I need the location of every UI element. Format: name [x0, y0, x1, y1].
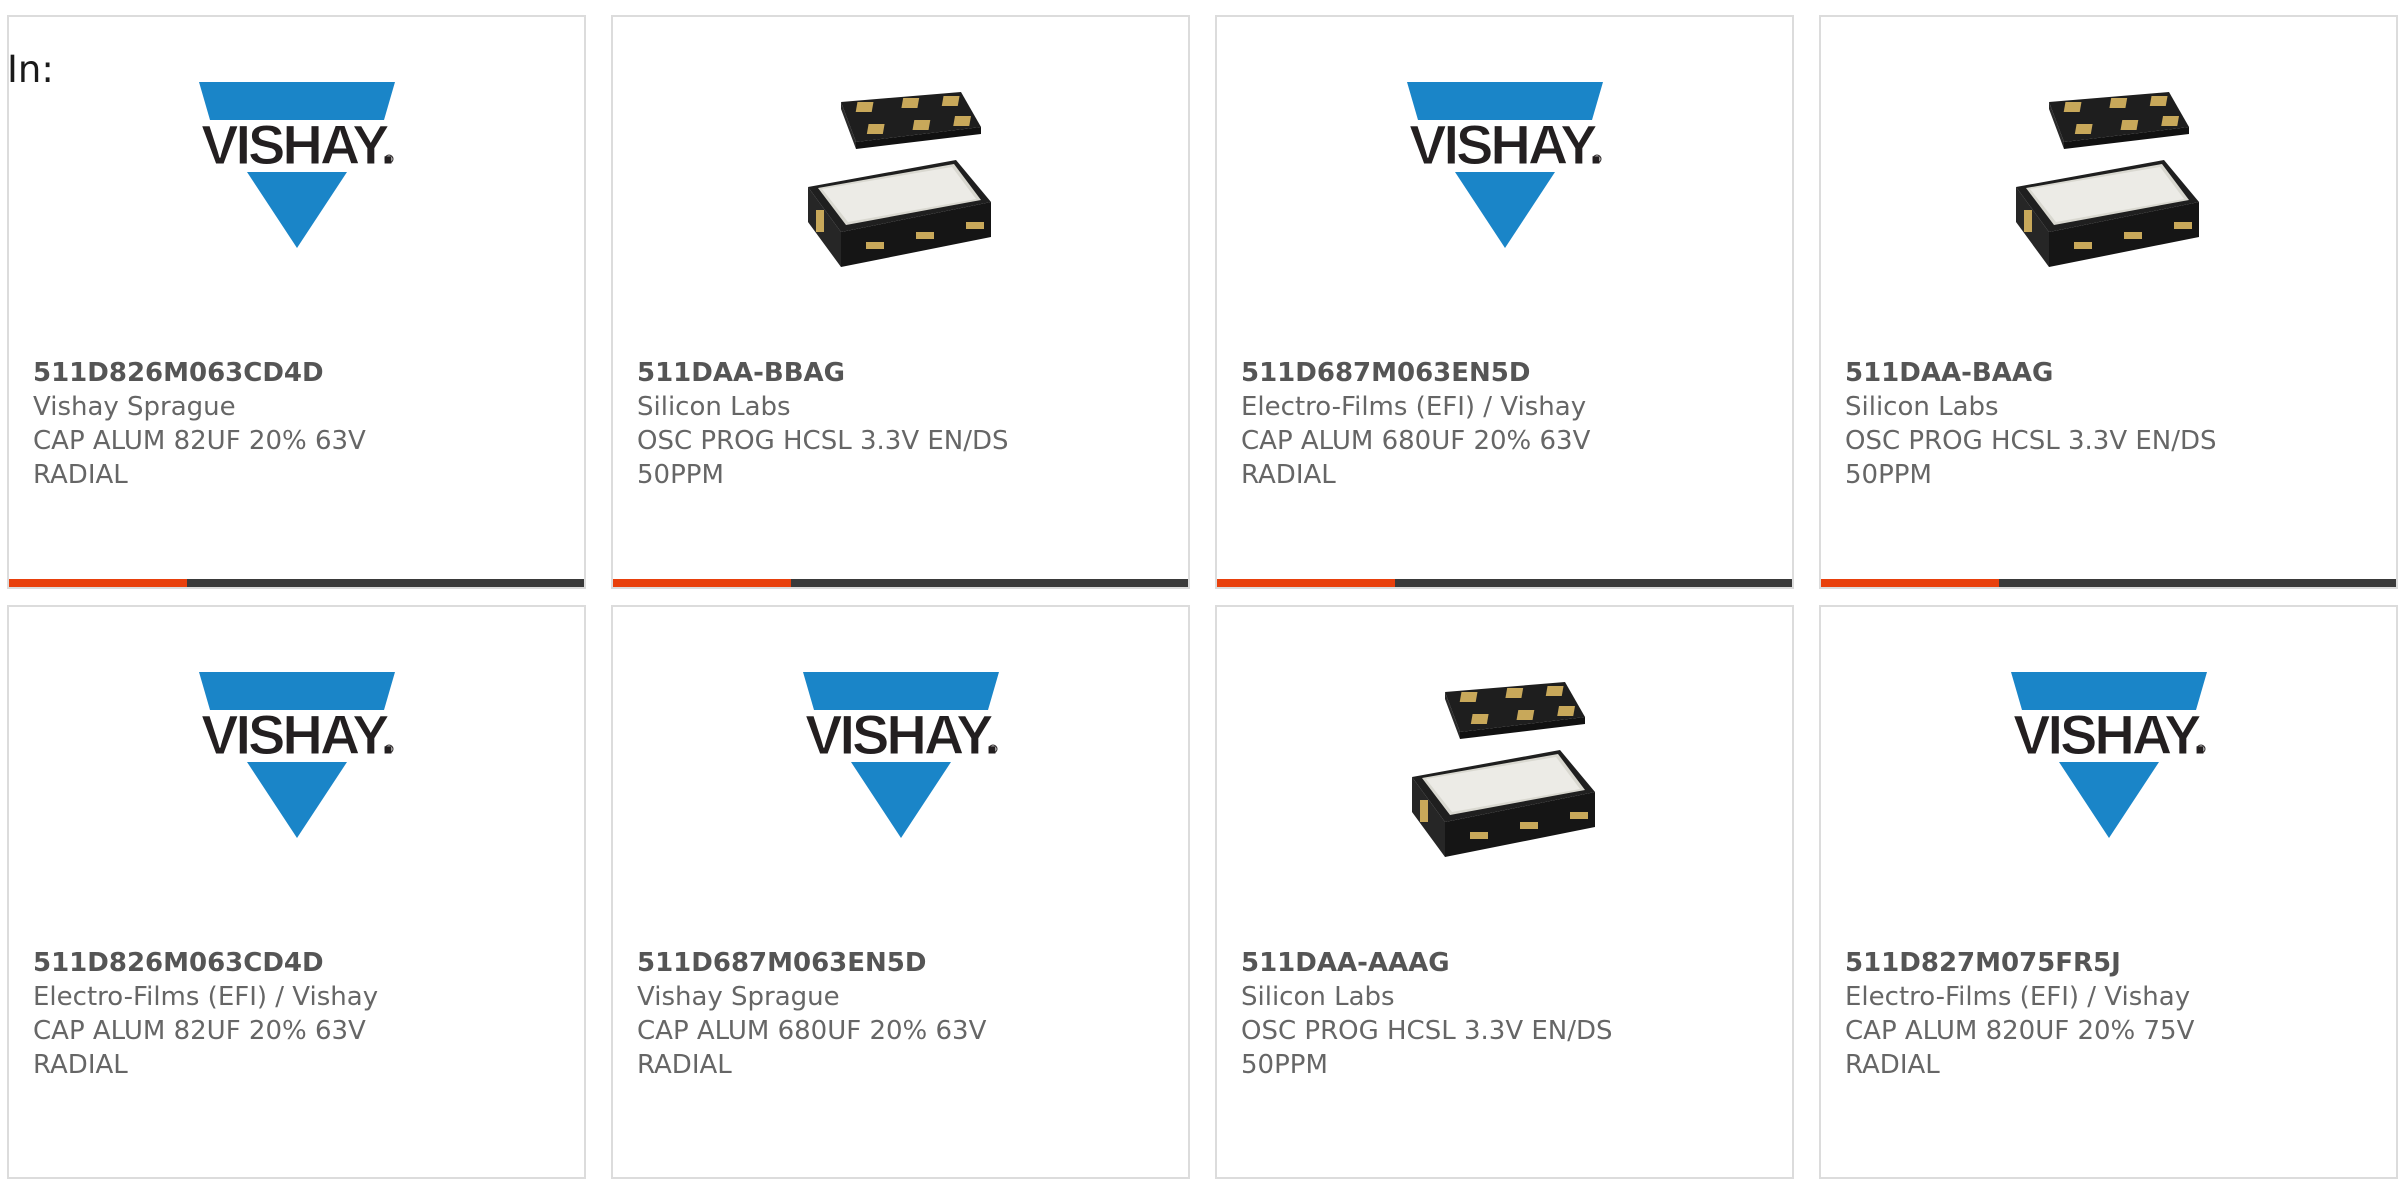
description: CAP ALUM 680UF 20% 63V RADIAL [1241, 426, 1591, 490]
manufacturer: Silicon Labs [1845, 392, 1999, 422]
progress-bar [613, 579, 1188, 587]
progress-fill [1217, 579, 1396, 587]
description: CAP ALUM 82UF 20% 63V RADIAL [33, 426, 366, 490]
manufacturer: Vishay Sprague [637, 982, 840, 1012]
progress-bar [1217, 579, 1792, 587]
progress-bar [9, 579, 584, 587]
oscillator-chip-icon [2015, 92, 2199, 267]
manufacturer: Silicon Labs [1241, 982, 1395, 1012]
description: OSC PROG HCSL 3.3V EN/DS 50PPM [637, 426, 1009, 490]
product-image: VISHAY. [1821, 672, 2396, 897]
product-image [613, 82, 1188, 307]
product-card[interactable]: VISHAY. 511D687M063EN5D Electro-Films (E… [1215, 15, 1794, 589]
progress-fill [9, 579, 188, 587]
product-image: VISHAY. [1217, 82, 1792, 307]
progress-fill [613, 579, 792, 587]
product-image [1217, 672, 1792, 897]
product-image [1821, 82, 2396, 307]
vishay-logo-icon: VISHAY. [2010, 672, 2208, 838]
product-card[interactable]: 511DAA-BBAG Silicon Labs OSC PROG HCSL 3… [611, 15, 1190, 589]
product-card[interactable]: 511DAA-BAAG Silicon Labs OSC PROG HCSL 3… [1819, 15, 2398, 589]
product-card[interactable]: VISHAY. 511D687M063EN5D Vishay Sprague C… [611, 605, 1190, 1179]
part-number[interactable]: 511D687M063EN5D [637, 946, 1164, 980]
description: CAP ALUM 820UF 20% 75V RADIAL [1845, 1016, 2195, 1080]
product-image: VISHAY. [613, 672, 1188, 897]
vishay-logo-icon: VISHAY. [198, 82, 396, 248]
product-grid: VISHAY. 511D826M063CD4D Vishay Sprague C… [7, 15, 2398, 1179]
progress-bar [1821, 579, 2396, 587]
filter-label: In: [7, 48, 54, 91]
part-number[interactable]: 511D827M075FR5J [1845, 946, 2372, 980]
oscillator-chip-icon [807, 92, 991, 267]
manufacturer: Vishay Sprague [33, 392, 236, 422]
product-image: VISHAY. [9, 672, 584, 897]
manufacturer: Electro-Films (EFI) / Vishay [1845, 982, 2191, 1012]
svg-text:VISHAY.: VISHAY. [201, 703, 393, 766]
oscillator-chip-icon [1411, 682, 1595, 857]
svg-text:VISHAY.: VISHAY. [805, 703, 997, 766]
description: OSC PROG HCSL 3.3V EN/DS 50PPM [1845, 426, 2217, 490]
vishay-logo-icon: VISHAY. [802, 672, 1000, 838]
vishay-logo-icon: VISHAY. [198, 672, 396, 838]
part-number[interactable]: 511DAA-AAAG [1241, 946, 1768, 980]
product-image: VISHAY. [9, 82, 584, 307]
part-number[interactable]: 511D826M063CD4D [33, 946, 560, 980]
svg-text:VISHAY.: VISHAY. [1409, 113, 1601, 176]
part-number[interactable]: 511DAA-BBAG [637, 356, 1164, 390]
product-card[interactable]: VISHAY. 511D826M063CD4D Electro-Films (E… [7, 605, 586, 1179]
product-card[interactable]: 511DAA-AAAG Silicon Labs OSC PROG HCSL 3… [1215, 605, 1794, 1179]
svg-text:VISHAY.: VISHAY. [201, 113, 393, 176]
description: CAP ALUM 82UF 20% 63V RADIAL [33, 1016, 366, 1080]
description: CAP ALUM 680UF 20% 63V RADIAL [637, 1016, 987, 1080]
svg-text:VISHAY.: VISHAY. [2013, 703, 2205, 766]
product-card[interactable]: VISHAY. 511D827M075FR5J Electro-Films (E… [1819, 605, 2398, 1179]
vishay-logo-icon: VISHAY. [1406, 82, 1604, 248]
manufacturer: Electro-Films (EFI) / Vishay [33, 982, 379, 1012]
part-number[interactable]: 511D826M063CD4D [33, 356, 560, 390]
part-number[interactable]: 511DAA-BAAG [1845, 356, 2372, 390]
manufacturer: Silicon Labs [637, 392, 791, 422]
part-number[interactable]: 511D687M063EN5D [1241, 356, 1768, 390]
progress-fill [1821, 579, 2000, 587]
manufacturer: Electro-Films (EFI) / Vishay [1241, 392, 1587, 422]
product-card[interactable]: VISHAY. 511D826M063CD4D Vishay Sprague C… [7, 15, 586, 589]
description: OSC PROG HCSL 3.3V EN/DS 50PPM [1241, 1016, 1613, 1080]
